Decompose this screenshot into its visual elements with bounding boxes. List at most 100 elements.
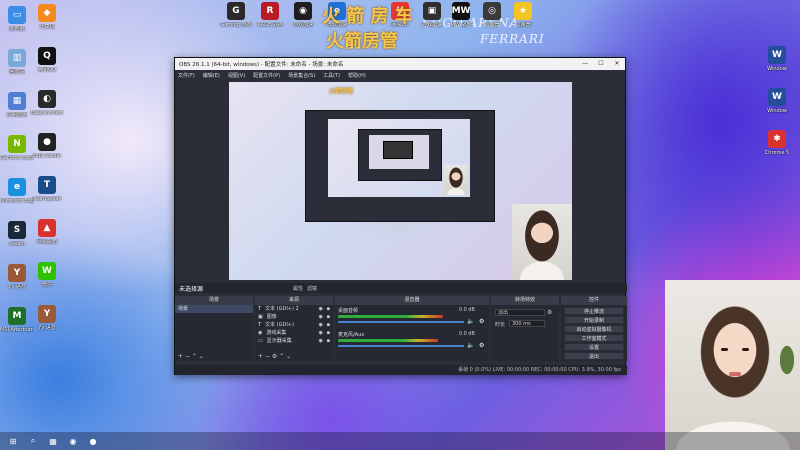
desktop-icon[interactable]: S Steam [0,221,34,247]
visibility-icon[interactable]: ◉ [319,337,323,345]
gear-icon[interactable]: ⚙ [479,318,484,325]
obs-title-bar[interactable]: OBS 26.1.1 (64-bit, windows) - 配置文件: 未命名… [175,58,625,70]
start-icon[interactable]: ⊞ [6,435,20,447]
desktop-icon[interactable]: Y Yy 语音 [30,305,64,331]
settings-button[interactable]: 设置 [564,343,624,351]
desktop-icon[interactable]: R RAGE 战神 [253,2,287,28]
start-virtual-camera-button[interactable]: 启动虚拟摄像机 [564,325,624,333]
lock-icon[interactable]: ▪ [327,305,330,313]
desktop-icon[interactable]: ▦ 控制面板 [0,92,34,118]
app-icon: W [768,88,786,106]
studio-mode-button[interactable]: 工作室模式 [564,334,624,342]
add-icon[interactable]: + [258,353,263,360]
menu-view[interactable]: 视图(V) [228,72,245,79]
desktop-icon-label: 控制面板 [6,112,27,118]
source-item[interactable]: T 文本 (GDI+) 2 ◉ ▪ [255,305,333,313]
app-icon: N [8,135,26,153]
no-source-label: 未选择源 [179,285,204,293]
remove-icon[interactable]: − [265,353,270,360]
lock-icon[interactable]: ▪ [327,329,330,337]
move-down-icon[interactable]: ⌄ [286,353,291,360]
remove-icon[interactable]: − [185,353,190,360]
menu-file[interactable]: 文件(F) [178,72,195,79]
volume-meter [338,339,438,342]
gear-icon[interactable]: ⚙ [272,353,277,360]
source-item[interactable]: T 文本 (GDI+) ◉ ▪ [255,321,333,329]
source-toolbar: 未选择源 属性 滤镜 [175,283,627,293]
menu-scene-collection[interactable]: 场景集合(S) [288,72,315,79]
transition-select[interactable]: 淡出 [495,309,545,316]
obs-window: OBS 26.1.1 (64-bit, windows) - 配置文件: 未命名… [174,57,627,375]
desktop-icon[interactable]: N GeForce Experience [0,135,34,161]
source-item[interactable]: ▣ 图像 ◉ ▪ [255,313,333,321]
overlay-title-line2: 火箭房管 [326,31,398,52]
source-item[interactable]: ◉ 游戏采集 ◉ ▪ [255,329,333,337]
add-icon[interactable]: + [178,353,183,360]
desktop-icon[interactable]: W Window [760,88,794,114]
desktop-icon[interactable]: ✱ Chrome 5 [760,130,794,156]
scene-item[interactable]: 场景 [175,305,253,313]
desktop-icon[interactable]: e Microsoft Edge [0,178,34,204]
exit-button[interactable]: 退出 [564,352,624,360]
speaker-icon[interactable]: 🔈 [467,342,474,349]
speaker-icon[interactable]: 🔈 [467,318,474,325]
minimize-icon[interactable]: — [577,58,593,70]
desktop-icon[interactable]: W Window [760,46,794,72]
volume-slider[interactable] [338,321,464,323]
desktop-icon[interactable]: W 微信 [30,262,64,288]
obs-preview[interactable]: 火箭房管 [229,82,572,280]
source-type-icon: T [258,322,262,328]
desktop-icon[interactable]: M MSI Afterburner [0,307,34,333]
desktop-icon[interactable]: ◎ 加速器 [475,2,509,28]
visibility-icon[interactable]: ◉ [319,313,323,321]
visibility-icon[interactable]: ◉ [319,305,323,313]
task-view-icon[interactable]: ▦ [46,435,60,447]
filters-button[interactable]: 滤镜 [307,285,317,292]
menu-tools[interactable]: 工具(T) [323,72,340,79]
move-down-icon[interactable]: ⌄ [199,353,204,360]
move-up-icon[interactable]: ⌃ [192,353,197,360]
volume-slider[interactable] [338,345,464,347]
controls-dock-title: 控件 [561,296,627,305]
desktop-icon[interactable]: ◉ 游戏加速 [286,2,320,28]
desktop-icon[interactable]: T TeamSpeak [30,176,64,202]
lock-icon[interactable]: ▪ [327,321,330,329]
menu-edit[interactable]: 编辑(E) [203,72,220,79]
desktop-icon-label: 回收站 [9,69,25,75]
desktop-icon[interactable]: MW MW 战地 [444,2,478,28]
app-icon: M [8,307,26,325]
lock-icon[interactable]: ▪ [327,337,330,345]
obs-icon[interactable]: ● [86,435,100,447]
desktop-icon[interactable]: ● OBS Studio [30,133,64,159]
app-icon: ◉ [294,2,312,20]
visibility-icon[interactable]: ◉ [319,321,323,329]
desktop-icon[interactable]: G Gaming 游戏 [219,2,253,28]
duration-field[interactable]: 300 ms [509,320,545,327]
maximize-icon[interactable]: ☐ [593,58,609,70]
visibility-icon[interactable]: ◉ [319,329,323,337]
source-item[interactable]: ▭ 显示器采集 ◉ ▪ [255,337,333,345]
gear-icon[interactable]: ⚙ [479,342,484,349]
webcam-detail [729,372,741,376]
menu-help[interactable]: 帮助(H) [348,72,366,79]
close-icon[interactable]: ✕ [609,58,625,70]
search-icon[interactable]: ⌕ [26,435,40,447]
move-up-icon[interactable]: ⌃ [279,353,284,360]
desktop-icon[interactable]: ▭ 此电脑 [0,6,34,32]
lock-icon[interactable]: ▪ [327,313,330,321]
desktop-icon-label: Chrome 5 [764,150,790,156]
browser-icon[interactable]: ◉ [66,435,80,447]
desktop-icon[interactable]: ◆ 计算机 [30,4,64,30]
desktop-icon[interactable]: ▲ 网易邮箱 [30,219,64,245]
desktop-icon[interactable]: Y Yy 语音 [0,264,34,290]
desktop-icon[interactable]: ▥ 回收站 [0,49,34,75]
status-bar: 丢帧 0 (0.0%) LIVE: 00:00:00 REC: 00:00:00… [175,365,627,375]
stop-streaming-button[interactable]: 停止推流 [564,307,624,315]
start-recording-button[interactable]: 开始录制 [564,316,624,324]
add-transition-icon[interactable]: ⚙ [547,309,552,316]
desktop-icon[interactable]: ★ 加速器 [506,2,540,28]
desktop-icon[interactable]: Q 腾讯QQ [30,47,64,73]
menu-profile[interactable]: 配置文件(P) [253,72,280,79]
properties-button[interactable]: 属性 [293,285,303,292]
desktop-icon[interactable]: ◐ EasyConnect [30,90,64,116]
